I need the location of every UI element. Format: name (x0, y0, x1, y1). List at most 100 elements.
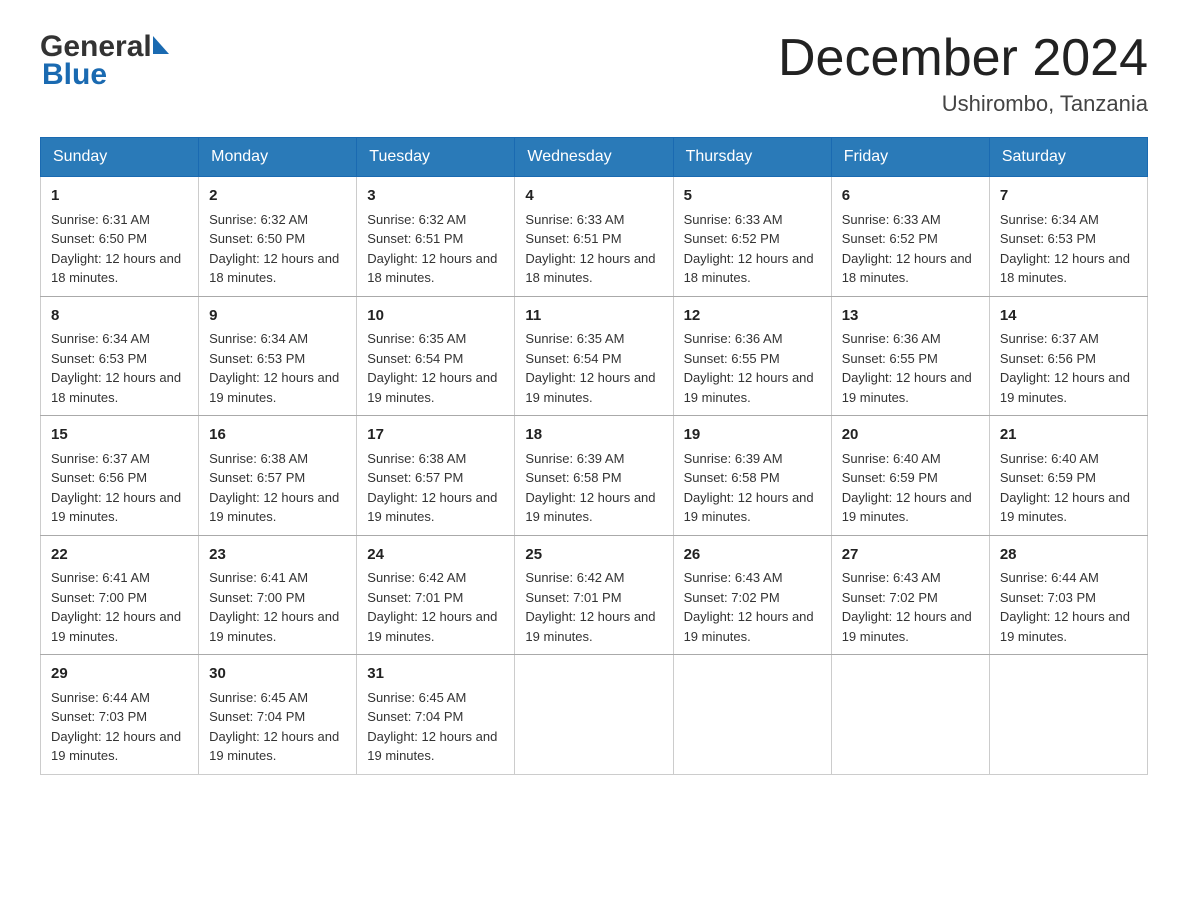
sunset-text: Sunset: 6:53 PM (209, 351, 305, 366)
sunset-text: Sunset: 6:50 PM (209, 231, 305, 246)
sunrise-text: Sunrise: 6:36 AM (684, 331, 783, 346)
calendar-cell: 15Sunrise: 6:37 AMSunset: 6:56 PMDayligh… (41, 416, 199, 536)
logo-blue-text: Blue (40, 58, 107, 92)
day-number: 1 (51, 185, 188, 208)
weekday-header-monday: Monday (199, 138, 357, 177)
calendar-cell: 29Sunrise: 6:44 AMSunset: 7:03 PMDayligh… (41, 655, 199, 775)
daylight-text: Daylight: 12 hours and 19 minutes. (209, 609, 339, 644)
calendar-cell: 5Sunrise: 6:33 AMSunset: 6:52 PMDaylight… (673, 177, 831, 297)
daylight-text: Daylight: 12 hours and 18 minutes. (684, 251, 814, 286)
calendar-cell: 27Sunrise: 6:43 AMSunset: 7:02 PMDayligh… (831, 535, 989, 655)
day-number: 5 (684, 185, 821, 208)
day-number: 25 (525, 544, 662, 567)
daylight-text: Daylight: 12 hours and 19 minutes. (525, 370, 655, 405)
calendar-week-row: 22Sunrise: 6:41 AMSunset: 7:00 PMDayligh… (41, 535, 1148, 655)
sunrise-text: Sunrise: 6:32 AM (209, 212, 308, 227)
sunset-text: Sunset: 6:53 PM (1000, 231, 1096, 246)
sunrise-text: Sunrise: 6:41 AM (209, 570, 308, 585)
page-header: General Blue December 2024 Ushirombo, Ta… (40, 30, 1148, 117)
daylight-text: Daylight: 12 hours and 19 minutes. (367, 370, 497, 405)
daylight-text: Daylight: 12 hours and 19 minutes. (1000, 370, 1130, 405)
calendar-cell: 18Sunrise: 6:39 AMSunset: 6:58 PMDayligh… (515, 416, 673, 536)
weekday-header-friday: Friday (831, 138, 989, 177)
sunrise-text: Sunrise: 6:36 AM (842, 331, 941, 346)
calendar-cell: 12Sunrise: 6:36 AMSunset: 6:55 PMDayligh… (673, 296, 831, 416)
sunset-text: Sunset: 6:56 PM (51, 470, 147, 485)
daylight-text: Daylight: 12 hours and 18 minutes. (525, 251, 655, 286)
day-number: 11 (525, 305, 662, 328)
day-number: 21 (1000, 424, 1137, 447)
calendar-cell: 9Sunrise: 6:34 AMSunset: 6:53 PMDaylight… (199, 296, 357, 416)
calendar-cell: 1Sunrise: 6:31 AMSunset: 6:50 PMDaylight… (41, 177, 199, 297)
sunrise-text: Sunrise: 6:35 AM (367, 331, 466, 346)
calendar-week-row: 1Sunrise: 6:31 AMSunset: 6:50 PMDaylight… (41, 177, 1148, 297)
daylight-text: Daylight: 12 hours and 18 minutes. (51, 251, 181, 286)
daylight-text: Daylight: 12 hours and 19 minutes. (525, 609, 655, 644)
calendar-week-row: 8Sunrise: 6:34 AMSunset: 6:53 PMDaylight… (41, 296, 1148, 416)
daylight-text: Daylight: 12 hours and 19 minutes. (367, 729, 497, 764)
sunset-text: Sunset: 6:59 PM (1000, 470, 1096, 485)
sunset-text: Sunset: 7:02 PM (684, 590, 780, 605)
calendar-cell: 4Sunrise: 6:33 AMSunset: 6:51 PMDaylight… (515, 177, 673, 297)
calendar-cell (515, 655, 673, 775)
sunrise-text: Sunrise: 6:35 AM (525, 331, 624, 346)
calendar-cell: 26Sunrise: 6:43 AMSunset: 7:02 PMDayligh… (673, 535, 831, 655)
location-text: Ushirombo, Tanzania (778, 91, 1148, 117)
daylight-text: Daylight: 12 hours and 19 minutes. (51, 729, 181, 764)
daylight-text: Daylight: 12 hours and 19 minutes. (525, 490, 655, 525)
sunrise-text: Sunrise: 6:43 AM (842, 570, 941, 585)
sunrise-text: Sunrise: 6:45 AM (367, 690, 466, 705)
sunrise-text: Sunrise: 6:45 AM (209, 690, 308, 705)
sunrise-text: Sunrise: 6:37 AM (51, 451, 150, 466)
calendar-table: SundayMondayTuesdayWednesdayThursdayFrid… (40, 137, 1148, 775)
calendar-cell: 3Sunrise: 6:32 AMSunset: 6:51 PMDaylight… (357, 177, 515, 297)
sunset-text: Sunset: 6:59 PM (842, 470, 938, 485)
sunrise-text: Sunrise: 6:43 AM (684, 570, 783, 585)
calendar-cell: 2Sunrise: 6:32 AMSunset: 6:50 PMDaylight… (199, 177, 357, 297)
sunrise-text: Sunrise: 6:44 AM (51, 690, 150, 705)
day-number: 12 (684, 305, 821, 328)
sunrise-text: Sunrise: 6:39 AM (684, 451, 783, 466)
calendar-cell (989, 655, 1147, 775)
calendar-cell: 10Sunrise: 6:35 AMSunset: 6:54 PMDayligh… (357, 296, 515, 416)
weekday-header-saturday: Saturday (989, 138, 1147, 177)
daylight-text: Daylight: 12 hours and 18 minutes. (367, 251, 497, 286)
sunset-text: Sunset: 6:51 PM (367, 231, 463, 246)
sunset-text: Sunset: 6:52 PM (842, 231, 938, 246)
daylight-text: Daylight: 12 hours and 19 minutes. (209, 490, 339, 525)
calendar-cell: 25Sunrise: 6:42 AMSunset: 7:01 PMDayligh… (515, 535, 673, 655)
daylight-text: Daylight: 12 hours and 19 minutes. (367, 490, 497, 525)
day-number: 13 (842, 305, 979, 328)
sunset-text: Sunset: 6:57 PM (367, 470, 463, 485)
sunset-text: Sunset: 7:03 PM (1000, 590, 1096, 605)
daylight-text: Daylight: 12 hours and 19 minutes. (842, 490, 972, 525)
sunrise-text: Sunrise: 6:33 AM (842, 212, 941, 227)
sunrise-text: Sunrise: 6:34 AM (1000, 212, 1099, 227)
calendar-cell: 8Sunrise: 6:34 AMSunset: 6:53 PMDaylight… (41, 296, 199, 416)
calendar-cell: 7Sunrise: 6:34 AMSunset: 6:53 PMDaylight… (989, 177, 1147, 297)
sunset-text: Sunset: 6:52 PM (684, 231, 780, 246)
daylight-text: Daylight: 12 hours and 19 minutes. (842, 609, 972, 644)
weekday-header-sunday: Sunday (41, 138, 199, 177)
daylight-text: Daylight: 12 hours and 19 minutes. (1000, 490, 1130, 525)
sunset-text: Sunset: 6:56 PM (1000, 351, 1096, 366)
daylight-text: Daylight: 12 hours and 18 minutes. (209, 251, 339, 286)
daylight-text: Daylight: 12 hours and 19 minutes. (51, 490, 181, 525)
sunrise-text: Sunrise: 6:40 AM (1000, 451, 1099, 466)
sunset-text: Sunset: 6:53 PM (51, 351, 147, 366)
sunset-text: Sunset: 6:58 PM (684, 470, 780, 485)
day-number: 18 (525, 424, 662, 447)
sunrise-text: Sunrise: 6:44 AM (1000, 570, 1099, 585)
month-title: December 2024 (778, 30, 1148, 87)
calendar-cell: 6Sunrise: 6:33 AMSunset: 6:52 PMDaylight… (831, 177, 989, 297)
daylight-text: Daylight: 12 hours and 19 minutes. (209, 370, 339, 405)
calendar-week-row: 15Sunrise: 6:37 AMSunset: 6:56 PMDayligh… (41, 416, 1148, 536)
sunset-text: Sunset: 6:50 PM (51, 231, 147, 246)
sunset-text: Sunset: 7:04 PM (367, 709, 463, 724)
daylight-text: Daylight: 12 hours and 18 minutes. (1000, 251, 1130, 286)
day-number: 30 (209, 663, 346, 686)
calendar-cell: 20Sunrise: 6:40 AMSunset: 6:59 PMDayligh… (831, 416, 989, 536)
logo-chevron-icon (153, 36, 169, 54)
day-number: 17 (367, 424, 504, 447)
sunset-text: Sunset: 7:01 PM (367, 590, 463, 605)
